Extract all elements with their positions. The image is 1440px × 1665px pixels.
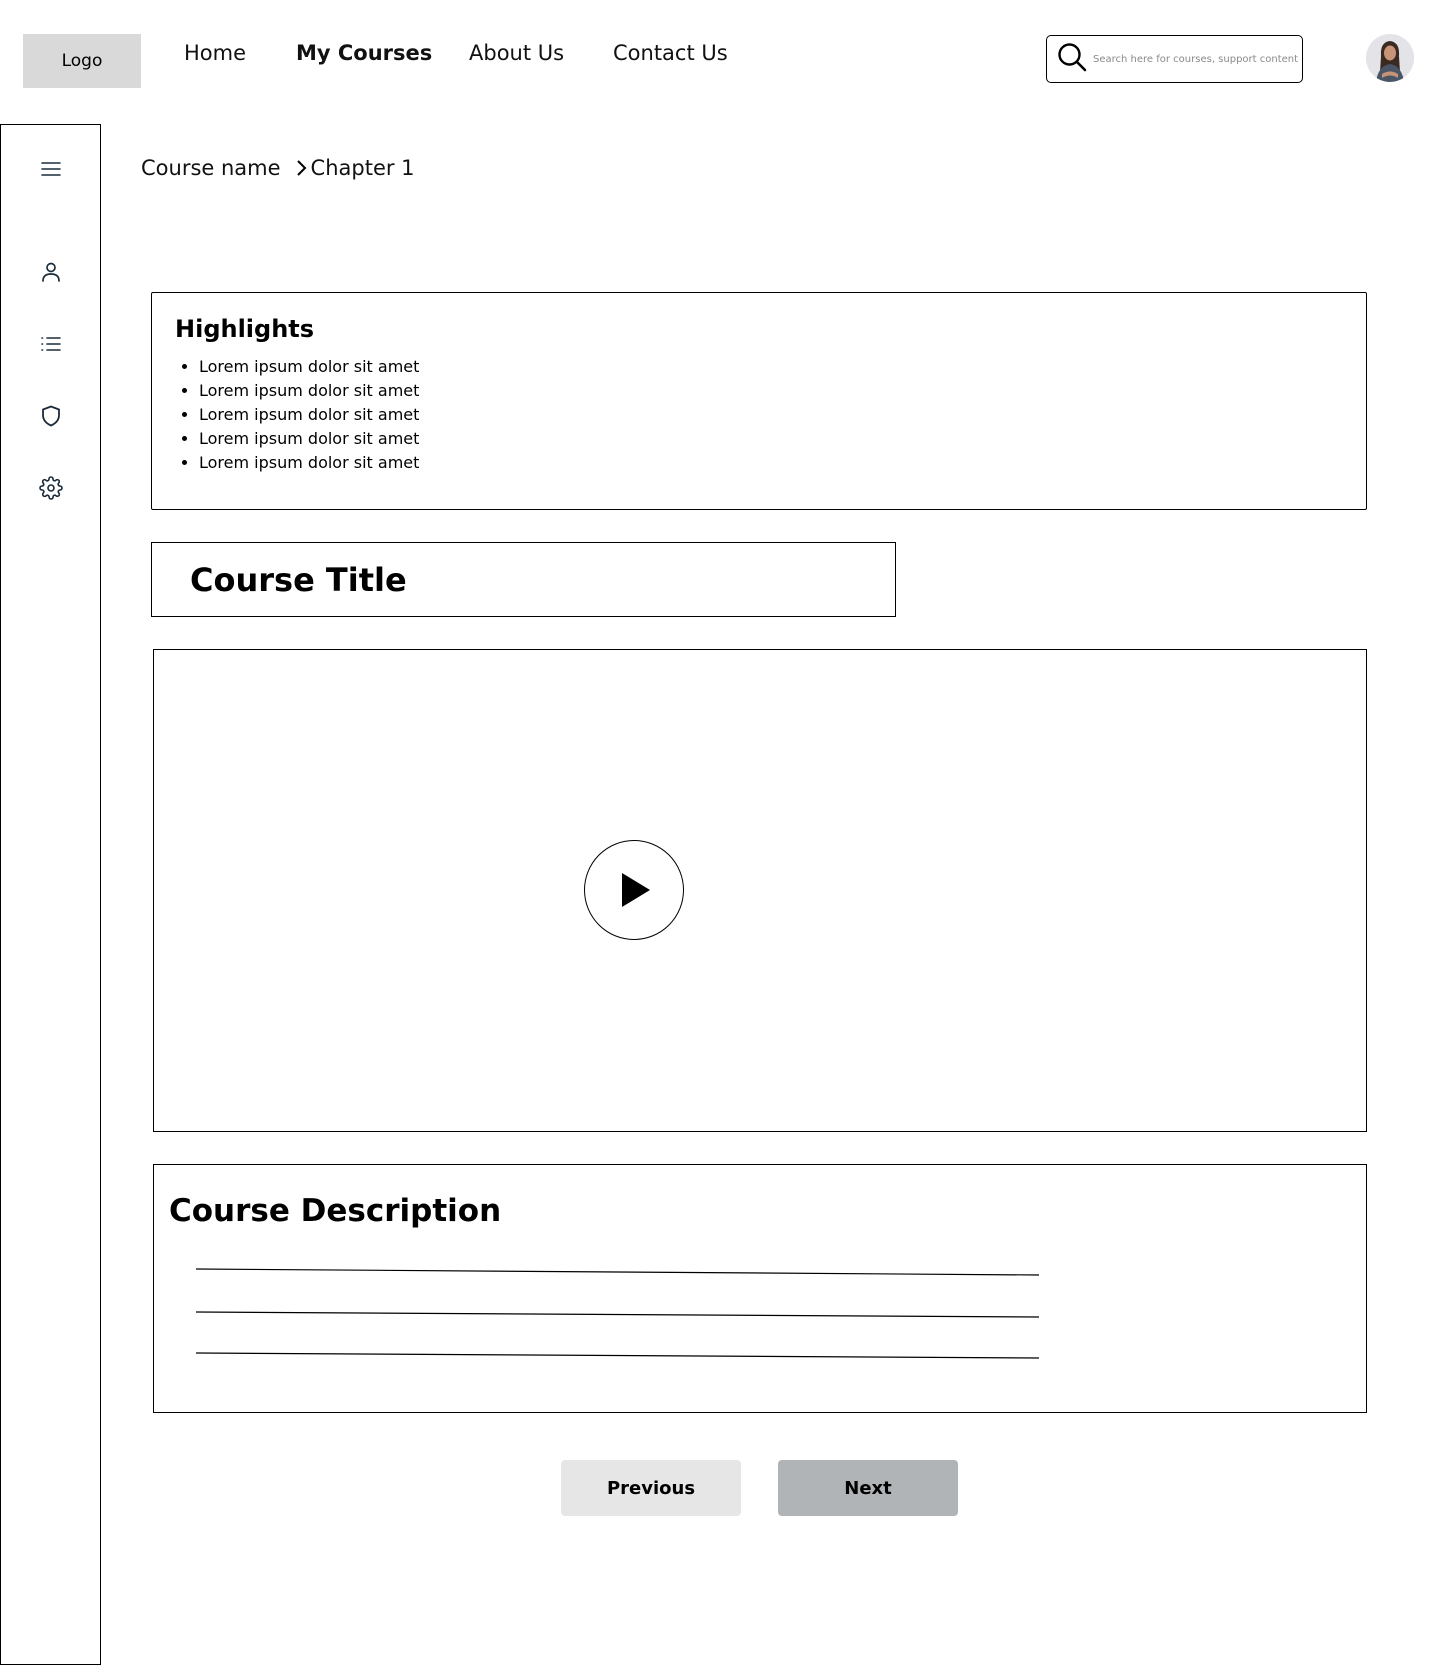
user-avatar[interactable] <box>1366 34 1414 82</box>
menu-icon[interactable] <box>39 157 63 181</box>
list-icon[interactable] <box>39 332 63 356</box>
highlight-item: Lorem ipsum dolor sit amet <box>199 355 1366 379</box>
previous-button[interactable]: Previous <box>561 1460 741 1516</box>
course-title: Course Title <box>190 560 407 599</box>
search-bar[interactable] <box>1046 35 1303 83</box>
highlight-item: Lorem ipsum dolor sit amet <box>199 403 1366 427</box>
breadcrumb-chapter: Chapter 1 <box>310 156 415 180</box>
highlight-item: Lorem ipsum dolor sit amet <box>199 427 1366 451</box>
play-button[interactable] <box>584 840 684 940</box>
nav-about-us-link[interactable]: About Us <box>469 41 564 65</box>
nav-contact-us-link[interactable]: Contact Us <box>613 41 728 65</box>
sidebar <box>0 124 101 1665</box>
highlight-item: Lorem ipsum dolor sit amet <box>199 379 1366 403</box>
placeholder-line <box>195 1311 1040 1318</box>
placeholder-line <box>195 1268 1040 1276</box>
next-button[interactable]: Next <box>778 1460 958 1516</box>
search-icon[interactable] <box>1057 42 1087 77</box>
highlights-title: Highlights <box>175 315 315 343</box>
highlights-panel: Highlights Lorem ipsum dolor sit amet Lo… <box>151 292 1367 510</box>
description-placeholder-lines <box>195 1268 1040 1359</box>
highlights-list: Lorem ipsum dolor sit amet Lorem ipsum d… <box>175 355 1366 475</box>
course-description-panel: Course Description <box>153 1164 1367 1413</box>
breadcrumb-course-link[interactable]: Course name <box>141 156 281 180</box>
avatar-image <box>1366 34 1414 82</box>
breadcrumb: Course name Chapter 1 <box>141 156 415 180</box>
user-icon[interactable] <box>39 260 63 284</box>
search-input[interactable] <box>1093 53 1298 65</box>
course-title-box: Course Title <box>151 542 896 617</box>
nav-my-courses-link[interactable]: My Courses <box>296 41 432 65</box>
chevron-right-icon <box>295 158 307 178</box>
placeholder-line <box>195 1352 1040 1359</box>
logo[interactable]: Logo <box>23 34 141 88</box>
nav-home-link[interactable]: Home <box>184 41 246 65</box>
play-icon <box>622 873 650 907</box>
video-player[interactable] <box>153 649 1367 1132</box>
gear-icon[interactable] <box>39 476 63 500</box>
highlight-item: Lorem ipsum dolor sit amet <box>199 451 1366 475</box>
logo-label: Logo <box>61 51 103 71</box>
shield-icon[interactable] <box>39 404 63 428</box>
